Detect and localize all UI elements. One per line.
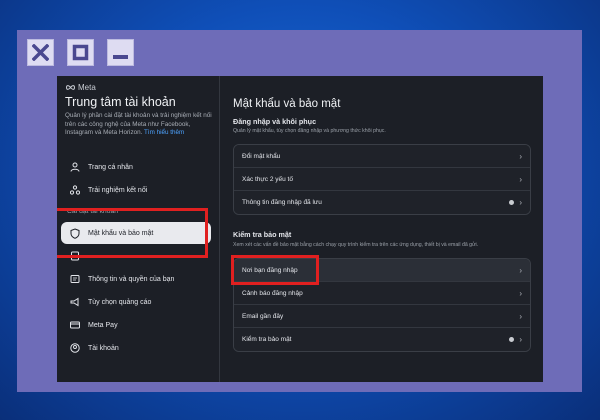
accounts-center-description: Quản lý phần cài đặt tài khoản và trải n… <box>65 112 215 138</box>
sidebar-item-profile[interactable]: Trang cá nhân <box>61 156 211 178</box>
page-title: Mật khẩu và bảo mật <box>233 98 341 110</box>
highlight-box-password-security <box>57 208 208 258</box>
minimize-icon[interactable] <box>107 39 134 66</box>
login-recovery-heading: Đăng nhập và khôi phục <box>233 117 317 126</box>
row-label: Cảnh báo đăng nhập <box>242 289 303 297</box>
change-password-row[interactable]: Đổi mật khẩu › <box>234 145 530 168</box>
main-panel: Mật khẩu và bảo mật Đăng nhập và khôi ph… <box>221 76 543 382</box>
sidebar-item-ad-preferences[interactable]: Tùy chọn quảng cáo <box>61 291 211 313</box>
login-recovery-description: Quản lý mật khẩu, tùy chọn đăng nhập và … <box>233 128 386 134</box>
two-factor-row[interactable]: Xác thực 2 yếu tố › <box>234 168 530 191</box>
meta-infinity-icon <box>65 85 76 90</box>
accounts-center-title: Trung tâm tài khoản <box>65 95 176 109</box>
row-label: Đổi mật khẩu <box>242 152 281 160</box>
login-recovery-card: Đổi mật khẩu › Xác thực 2 yếu tố › Thông… <box>233 144 531 215</box>
recent-emails-row[interactable]: Email gần đây › <box>234 305 530 328</box>
sidebar-item-accounts[interactable]: Tài khoản <box>61 337 211 359</box>
chevron-right-icon: › <box>519 174 522 184</box>
row-label: Kiểm tra bảo mật <box>242 336 292 343</box>
info-icon <box>69 274 80 285</box>
accounts-center-window: Meta Trung tâm tài khoản Quản lý phần cà… <box>57 76 543 382</box>
sidebar-item-meta-pay[interactable]: Meta Pay <box>61 314 211 336</box>
maximize-icon[interactable] <box>67 39 94 66</box>
row-label: Email gần đây <box>242 312 284 320</box>
security-check-description: Xem xét các vấn đề bảo mật bằng cách chạ… <box>233 242 479 248</box>
sidebar-item-label: Thông tin và quyền của bạn <box>88 275 175 283</box>
security-check-heading: Kiểm tra bảo mật <box>233 230 292 239</box>
sidebar: Meta Trung tâm tài khoản Quản lý phần cà… <box>57 76 220 382</box>
meta-dot-icon <box>509 337 515 342</box>
row-label: Xác thực 2 yếu tố <box>242 175 293 183</box>
chevron-right-icon: › <box>519 198 522 207</box>
sidebar-item-label: Trang cá nhân <box>88 163 133 171</box>
sidebar-item-label: Meta Pay <box>88 321 118 329</box>
row-label: Thông tin đăng nhập đã lưu <box>242 199 322 206</box>
login-alerts-row[interactable]: Cảnh báo đăng nhập › <box>234 282 530 305</box>
sidebar-item-connected-experiences[interactable]: Trải nghiệm kết nối <box>61 179 211 201</box>
security-checkup-row[interactable]: Kiểm tra bảo mật › <box>234 328 530 351</box>
megaphone-icon <box>69 297 80 308</box>
chevron-right-icon: › <box>519 335 522 344</box>
highlight-box-where-logged-in <box>231 255 319 285</box>
meta-logo: Meta <box>65 83 96 92</box>
sidebar-item-label: Trải nghiệm kết nối <box>88 186 148 194</box>
sidebar-item-label: Tùy chọn quảng cáo <box>88 298 152 306</box>
card-icon <box>69 320 80 331</box>
saved-login-row[interactable]: Thông tin đăng nhập đã lưu › <box>234 191 530 214</box>
sidebar-item-label: Tài khoản <box>88 344 119 352</box>
learn-more-link[interactable]: Tìm hiểu thêm <box>144 129 184 136</box>
meta-brand-label: Meta <box>78 83 96 92</box>
description-text: Quản lý phần cài đặt tài khoản và trải n… <box>65 112 212 136</box>
chevron-right-icon: › <box>519 288 522 298</box>
chevron-right-icon: › <box>519 151 522 161</box>
account-icon <box>69 343 80 354</box>
person-icon <box>69 162 80 173</box>
sidebar-item-your-information[interactable]: Thông tin và quyền của bạn <box>61 268 211 290</box>
close-icon[interactable] <box>27 39 54 66</box>
chevron-right-icon: › <box>519 311 522 321</box>
connected-icon <box>69 185 80 196</box>
chevron-right-icon: › <box>519 265 522 275</box>
meta-dot-icon <box>509 200 515 205</box>
